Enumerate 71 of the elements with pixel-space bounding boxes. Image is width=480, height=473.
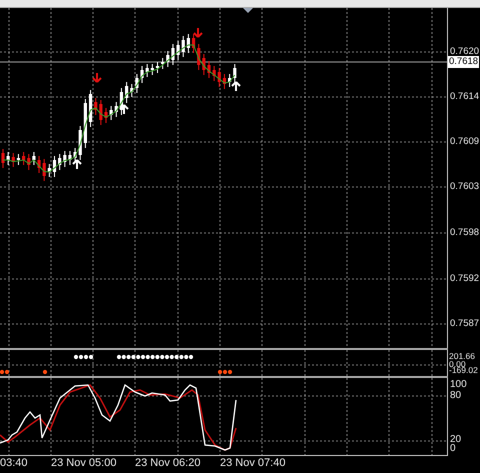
- oscillator-scale-label: 20: [450, 435, 462, 445]
- candlestick: [140, 66, 144, 84]
- candlestick: [52, 156, 56, 178]
- oscillator-scale-label: 0: [450, 444, 456, 454]
- candlestick: [135, 74, 138, 94]
- candlestick: [16, 154, 20, 166]
- indicator-scale-label: 0.00: [449, 360, 466, 368]
- candlestick: [166, 50, 170, 68]
- price-label: 0.7598: [450, 228, 480, 238]
- candlestick: [6, 152, 10, 166]
- oscillator-scale-label: 100: [450, 380, 467, 390]
- candlestick: [161, 58, 164, 70]
- time-label: 03:40: [0, 457, 28, 469]
- candlestick: [186, 34, 190, 54]
- candlestick: [104, 108, 108, 124]
- candlestick: [114, 102, 118, 118]
- candlestick: [202, 54, 206, 76]
- candlestick: [42, 158, 46, 182]
- candlestick: [125, 82, 128, 104]
- triangle-marker-icon: [243, 8, 253, 13]
- candlestick: [120, 88, 124, 116]
- price-label: 0.7614: [450, 92, 480, 102]
- candlestick: [48, 164, 51, 178]
- candlestick: [32, 152, 36, 166]
- candlestick: [1, 148, 5, 168]
- candlestick: [150, 64, 154, 76]
- candlestick: [37, 156, 41, 174]
- price-label: 0.7603: [450, 182, 480, 192]
- time-label: 23 Nov 07:40: [220, 457, 286, 469]
- candlestick: [146, 64, 149, 78]
- candlestick: [99, 100, 102, 126]
- up-arrow-icon: [72, 159, 82, 170]
- current-price-label: 0.7618: [448, 56, 480, 68]
- up-arrow-icon: [119, 104, 129, 115]
- candlestick: [222, 74, 226, 90]
- candlestick: [130, 84, 134, 98]
- candlestick: [22, 152, 26, 166]
- candlestick: [176, 40, 180, 60]
- candlestick: [58, 154, 62, 170]
- candlestick: [110, 106, 113, 120]
- candlestick: [171, 44, 175, 66]
- oscillator-scale-label: 80: [450, 391, 462, 401]
- candlestick: [197, 44, 200, 70]
- candlestick: [182, 36, 185, 58]
- down-arrow-icon: [193, 27, 203, 38]
- price-label: 0.7587: [450, 319, 480, 328]
- candlestick: [94, 98, 98, 116]
- candlestick: [212, 66, 216, 82]
- price-label: 0.7609: [450, 137, 480, 146]
- candlestick: [207, 60, 211, 78]
- price-label: 0.7620: [450, 47, 480, 56]
- candlestick: [156, 62, 160, 74]
- candlestick: [88, 90, 92, 128]
- price-label: 0.7592: [450, 274, 480, 284]
- candlestick: [12, 152, 15, 168]
- indicator-scale-label: -169.02: [449, 366, 478, 374]
- candlestick: [218, 68, 221, 88]
- time-label: 23 Nov 05:00: [51, 457, 116, 469]
- candlestick: [233, 64, 236, 84]
- candlestick: [84, 98, 87, 148]
- down-arrow-icon: [92, 72, 102, 83]
- candlestick: [78, 126, 82, 160]
- time-label: 23 Nov 06:20: [135, 457, 200, 469]
- candlestick: [27, 154, 30, 170]
- candlestick: [228, 74, 232, 88]
- indicator-scale-label: 201.66: [449, 352, 475, 360]
- candlestick: [68, 150, 72, 166]
- candlestick: [74, 148, 77, 164]
- candlestick: [192, 34, 196, 54]
- up-arrow-icon: [231, 81, 241, 92]
- candlestick: [63, 150, 66, 168]
